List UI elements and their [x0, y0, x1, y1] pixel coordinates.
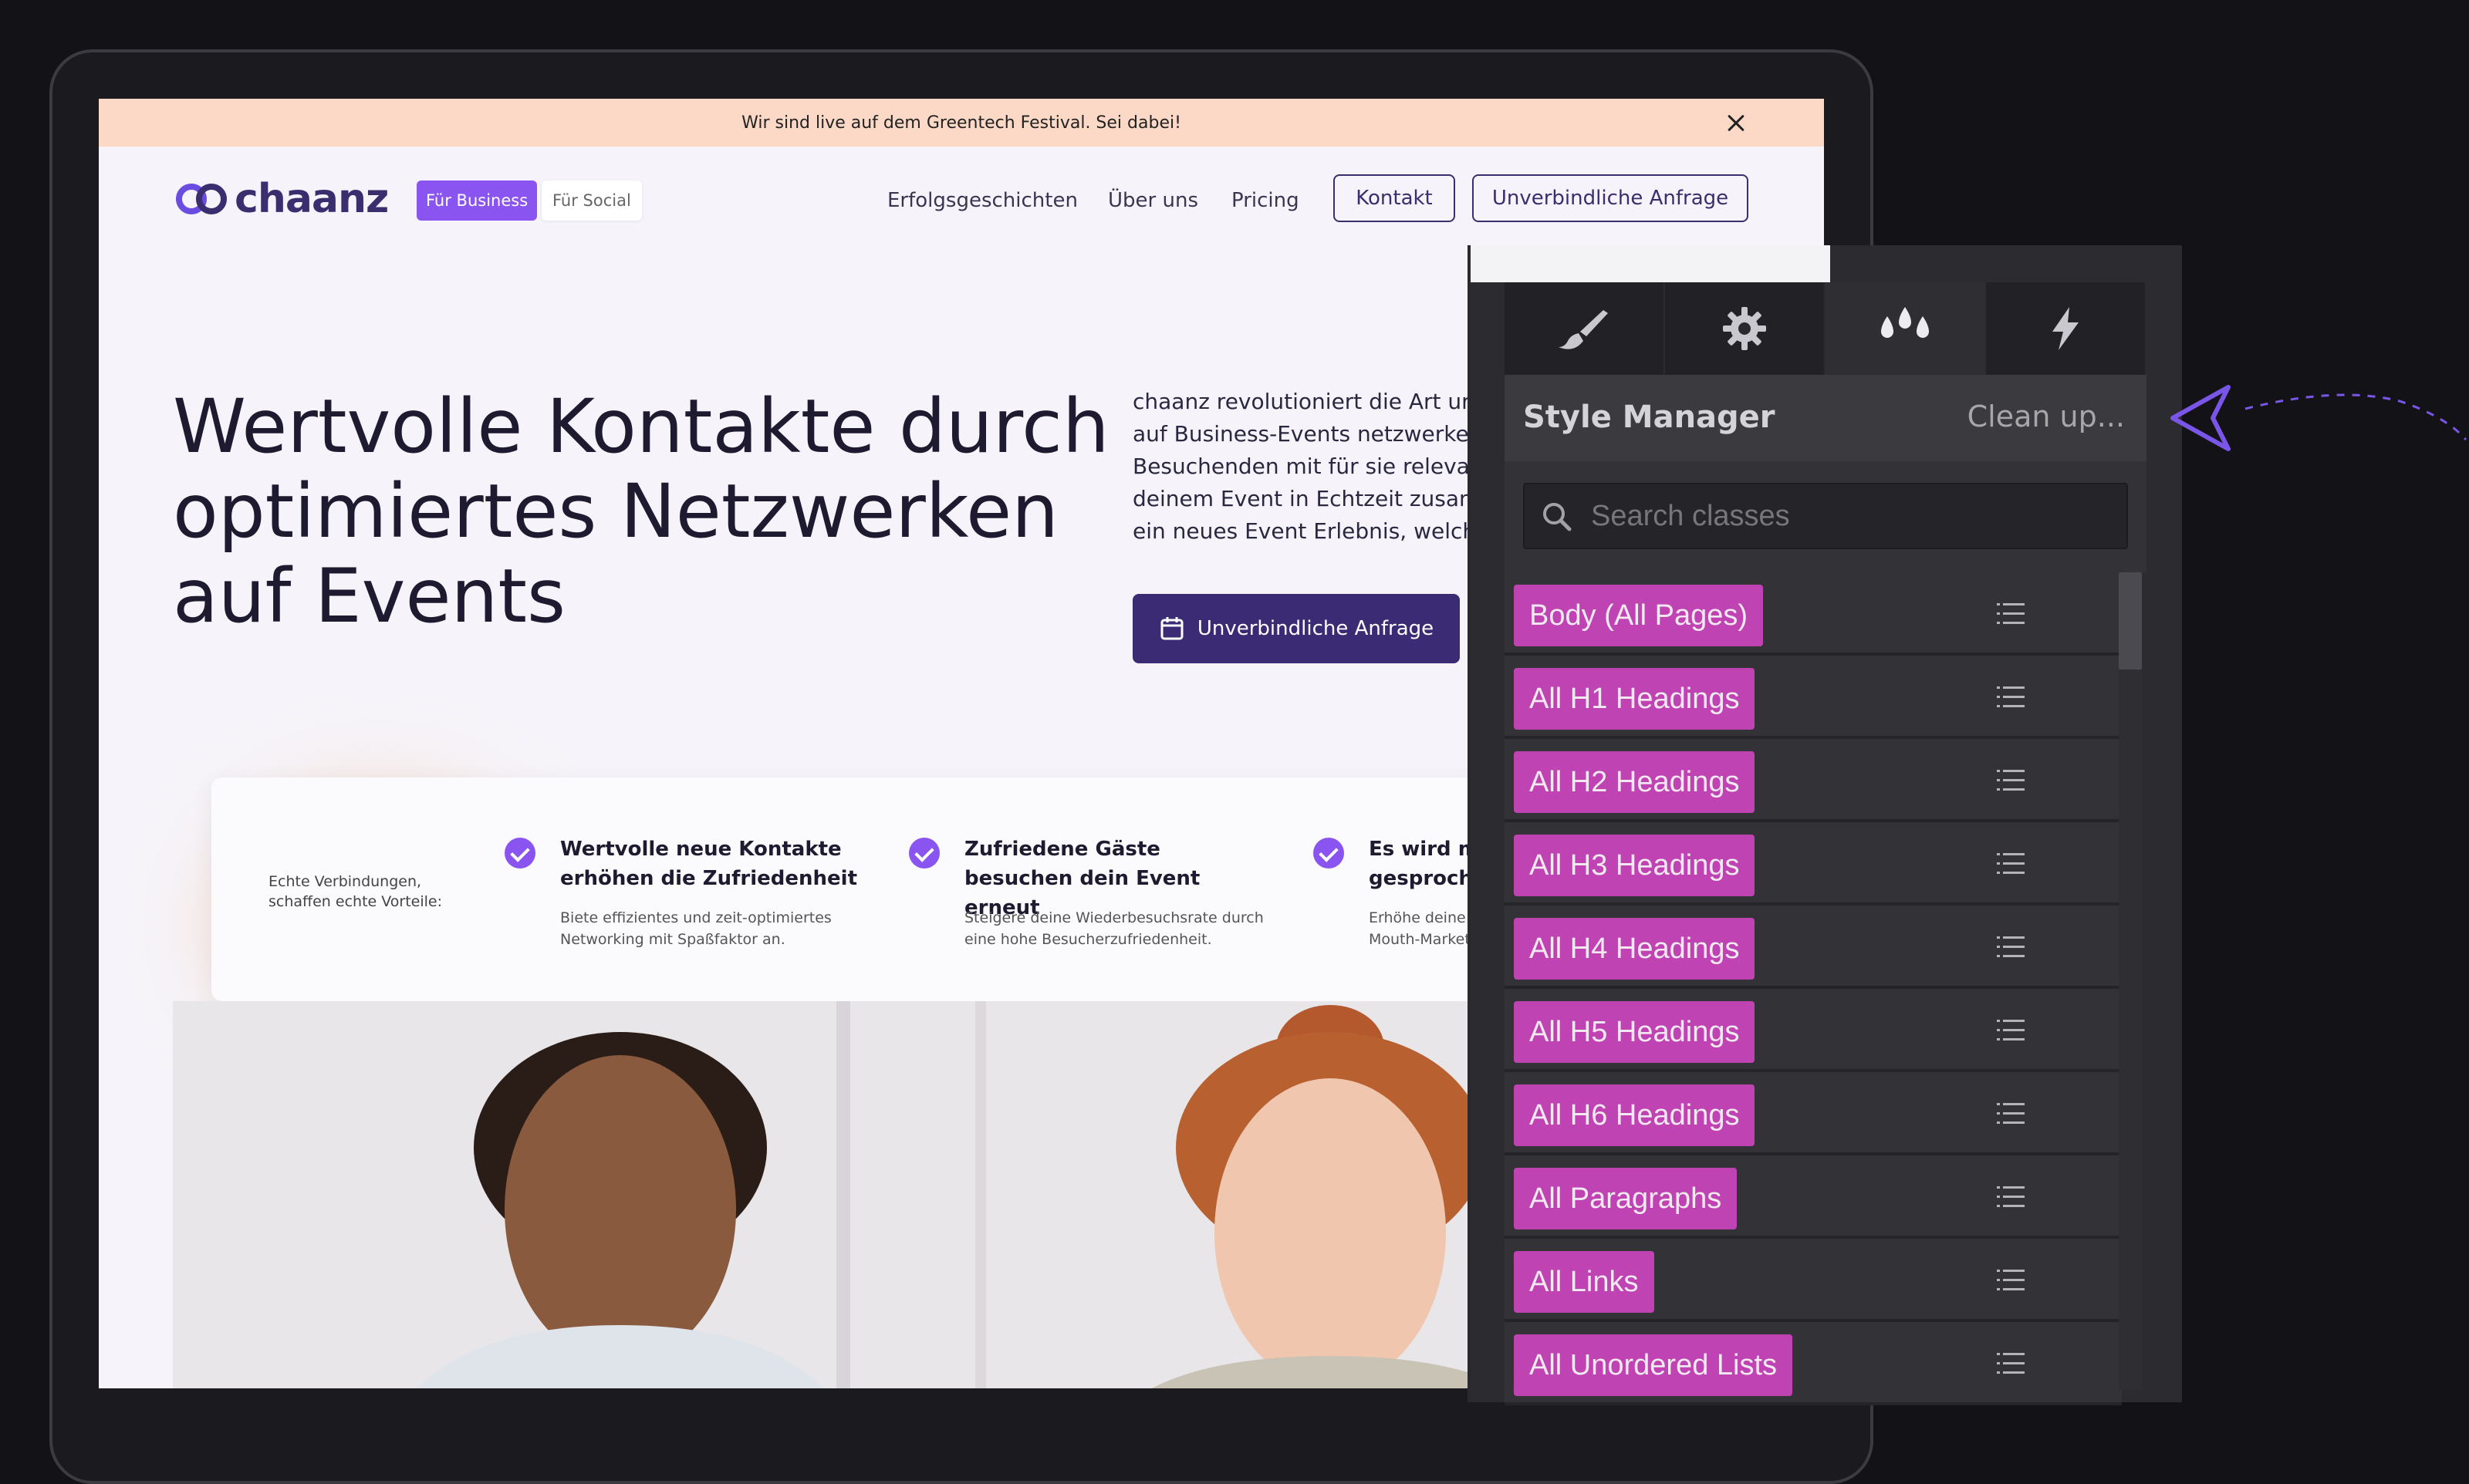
list-menu-icon[interactable] [1995, 600, 2026, 626]
class-chip[interactable]: All Unordered Lists [1514, 1334, 1793, 1396]
list-menu-icon[interactable] [1995, 1350, 2026, 1376]
panel-header: Style Manager Clean up... [1505, 375, 2146, 461]
nav-ueber-uns[interactable]: Über uns [1108, 185, 1198, 216]
hero-photo [173, 1001, 1639, 1388]
class-list: Body (All Pages) All H1 Headings All H2 He… [1505, 572, 2122, 1421]
class-row[interactable]: All H5 Headings [1505, 989, 2122, 1072]
feature-text: Biete effizientes und zeit-optimiertes N… [560, 909, 832, 948]
drops-icon [1881, 307, 1929, 338]
cleanup-button[interactable]: Clean up... [1967, 400, 2125, 433]
list-menu-icon[interactable] [1995, 1100, 2026, 1126]
class-chip[interactable]: All H4 Headings [1514, 918, 1755, 980]
list-menu-icon[interactable] [1995, 1183, 2026, 1209]
search-area [1505, 461, 2146, 572]
search-icon [1543, 503, 1572, 531]
chain-logo-icon [176, 184, 227, 214]
hero-anfrage-button[interactable]: Unverbindliche Anfrage [1133, 594, 1460, 663]
class-row[interactable]: All Links [1505, 1239, 2122, 1322]
anfrage-nav-button[interactable]: Unverbindliche Anfrage [1472, 174, 1748, 222]
class-chip[interactable]: All Paragraphs [1514, 1168, 1738, 1229]
features-card: Echte Verbindungen, schaffen echte Vorte… [211, 777, 1616, 1001]
class-chip[interactable]: All H1 Headings [1514, 668, 1755, 730]
list-menu-icon[interactable] [1995, 933, 2026, 960]
people-photo-placeholder [173, 1001, 1639, 1388]
check-icon [909, 838, 940, 868]
class-row[interactable]: All H1 Headings [1505, 656, 2122, 739]
hero-title: Wertvolle Kontakte durch optimiertes Net… [173, 383, 1110, 639]
tab-settings[interactable] [1665, 282, 1826, 375]
nav-erfolgsgeschichten[interactable]: Erfolgsgeschichten [887, 185, 1078, 216]
search-input[interactable] [1523, 483, 2128, 549]
segment-business[interactable]: Für Business [417, 180, 538, 221]
feature-text: Steigere deine Wiederbesuchsrate durch e… [964, 909, 1264, 948]
class-chip[interactable]: All Links [1514, 1251, 1654, 1313]
class-list-scrollbar[interactable] [2119, 572, 2142, 669]
gear-icon [1723, 307, 1766, 350]
hero-button-label: Unverbindliche Anfrage [1197, 617, 1434, 640]
class-row[interactable]: All H3 Headings [1505, 822, 2122, 906]
tab-style[interactable] [1505, 282, 1665, 375]
pointer-arrow-icon [2170, 385, 2467, 451]
class-chip[interactable]: All H5 Headings [1514, 1001, 1755, 1063]
class-row[interactable]: Body (All Pages) [1505, 572, 2122, 656]
close-icon[interactable] [1722, 109, 1750, 137]
check-icon [1313, 838, 1344, 868]
list-menu-icon[interactable] [1995, 850, 2026, 876]
kontakt-button[interactable]: Kontakt [1333, 174, 1455, 222]
feature-title: Wertvolle neue Kontakte erhöhen die Zufr… [560, 838, 858, 890]
class-list-scroll-track[interactable] [2119, 572, 2142, 1390]
list-menu-icon[interactable] [1995, 1266, 2026, 1293]
logo-text: chaanz [235, 176, 389, 222]
class-chip[interactable]: All H2 Headings [1514, 751, 1755, 813]
panel-title: Style Manager [1523, 400, 1775, 435]
class-row[interactable]: All Unordered Lists [1505, 1322, 2122, 1405]
class-row[interactable]: All H2 Headings [1505, 739, 2122, 822]
list-menu-icon[interactable] [1995, 1017, 2026, 1043]
list-menu-icon[interactable] [1995, 683, 2026, 710]
class-chip[interactable]: All H6 Headings [1514, 1084, 1755, 1146]
announcement-text: Wir sind live auf dem Greentech Festival… [741, 113, 1181, 133]
lightning-icon [2052, 307, 2079, 350]
check-icon [505, 838, 535, 868]
tab-style-manager[interactable] [1826, 282, 1986, 375]
class-chip[interactable]: All H3 Headings [1514, 835, 1755, 896]
announcement-bar: Wir sind live auf dem Greentech Festival… [99, 99, 1824, 147]
class-row[interactable]: All H6 Headings [1505, 1072, 2122, 1155]
segment-social[interactable]: Für Social [542, 180, 642, 221]
tab-interactions[interactable] [1986, 282, 2146, 375]
class-row[interactable]: All Paragraphs [1505, 1155, 2122, 1239]
logo[interactable]: chaanz [173, 176, 389, 222]
class-chip[interactable]: Body (All Pages) [1514, 585, 1764, 646]
list-menu-icon[interactable] [1995, 767, 2026, 793]
calendar-icon [1160, 617, 1184, 640]
brush-icon [1559, 310, 1608, 349]
features-intro: Echte Verbindungen, schaffen echte Vorte… [269, 873, 442, 910]
style-manager-panel: Style Manager Clean up... Body (All Page… [1468, 245, 2182, 1405]
panel-tabs [1505, 282, 2146, 375]
nav-pricing[interactable]: Pricing [1231, 185, 1299, 216]
class-row[interactable]: All H4 Headings [1505, 906, 2122, 989]
